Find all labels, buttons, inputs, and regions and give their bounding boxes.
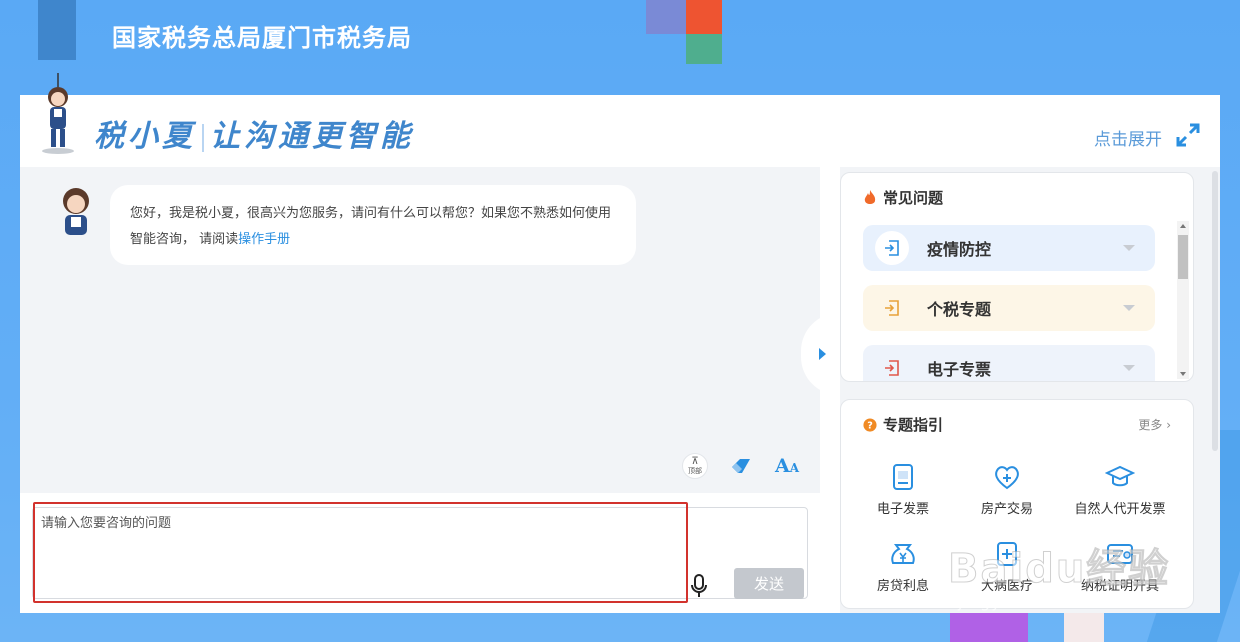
more-link[interactable]: 更多 › (1138, 416, 1171, 433)
chevron-right-icon: › (1162, 418, 1171, 432)
arrow-up-icon: ⊼ (691, 456, 699, 467)
microphone-icon[interactable] (690, 573, 708, 599)
bot-message-text: 您好，我是税小夏，很高兴为您服务，请问有什么可以帮您？如果您不熟悉如何使用智能咨… (130, 206, 612, 247)
chevron-down-icon (1123, 305, 1135, 311)
banner-decor-block (686, 0, 722, 34)
faq-item-e-invoice[interactable]: 电子专票 (863, 345, 1155, 381)
clear-button[interactable] (728, 453, 754, 479)
chevron-down-icon (1123, 365, 1135, 371)
fire-icon (864, 189, 876, 204)
faq-item-label: 电子专票 (927, 360, 992, 379)
invoice-icon (893, 464, 913, 490)
heart-plus-icon (995, 466, 1019, 490)
eraser-icon (732, 459, 750, 473)
expand-icon[interactable] (1176, 123, 1200, 147)
svg-text:?: ? (867, 420, 873, 431)
banner-decor-block (38, 0, 76, 60)
exit-icon (875, 351, 909, 381)
mascot-icon (42, 73, 74, 154)
site-title: 国家税务总局厦门市税务局 (112, 24, 412, 52)
banner-decor-block (686, 34, 722, 64)
chevron-down-icon (1123, 245, 1135, 251)
scroll-down-icon[interactable] (1180, 372, 1186, 376)
faq-item-label: 疫情防控 (927, 240, 992, 259)
banner-decor-block (646, 0, 686, 34)
slogan: 税小夏 让沟通更智能 (94, 111, 414, 155)
font-size-icon: AA (774, 455, 800, 477)
manual-link[interactable]: 操作手册 (238, 232, 290, 247)
expand-link[interactable]: 点击展开 (1094, 125, 1162, 150)
faq-title: 常见问题 (863, 187, 943, 208)
guide-item-label: 房贷利息 (876, 579, 929, 594)
guide-item-label: 房产交易 (980, 502, 1033, 517)
faq-list: 疫情防控 个税专题 电子专票 (863, 225, 1155, 381)
guide-title: ? 专题指引 (863, 414, 943, 435)
watermark-url: jingyan.baidu.com (958, 592, 1123, 611)
faq-scrollbar-thumb[interactable] (1178, 235, 1188, 279)
question-input[interactable] (41, 512, 681, 592)
guide-item-property[interactable]: 房产交易 (955, 462, 1059, 517)
chat-toolbar: ⊼ 顶部 AA (682, 453, 800, 479)
panel-header: 税小夏 让沟通更智能 点击展开 (20, 73, 1220, 167)
panel-scrollbar[interactable] (1212, 171, 1218, 451)
send-button[interactable]: 发送 (734, 568, 804, 599)
slogan-brand: 税小夏 (94, 119, 196, 154)
guide-item-label: 电子发票 (876, 502, 929, 517)
faq-item-personal-tax[interactable]: 个税专题 (863, 285, 1155, 331)
faq-card: 常见问题 疫情防控 个税专题 电子专票 (840, 172, 1194, 382)
guide-item-label: 自然人代开发票 (1074, 502, 1166, 517)
scroll-up-icon[interactable] (1180, 224, 1186, 228)
slogan-divider (202, 124, 204, 152)
graduation-cap-icon (1105, 465, 1135, 487)
bot-avatar (63, 188, 89, 235)
guide-item-e-invoice[interactable]: 电子发票 (851, 462, 955, 517)
faq-scrollbar[interactable] (1177, 221, 1189, 379)
chat-history[interactable]: 您好，我是税小夏，很高兴为您服务，请问有什么可以帮您？如果您不熟悉如何使用智能咨… (20, 167, 820, 493)
faq-title-text: 常见问题 (883, 189, 944, 207)
faq-item-label: 个税专题 (927, 300, 992, 319)
more-link-label: 更多 (1138, 418, 1163, 432)
bot-message-bubble: 您好，我是税小夏，很高兴为您服务，请问有什么可以帮您？如果您不熟悉如何使用智能咨… (110, 185, 636, 265)
banner-decor-block (950, 608, 1028, 642)
scroll-top-button[interactable]: ⊼ 顶部 (682, 453, 708, 479)
guide-item-mortgage[interactable]: 房贷利息 (851, 539, 955, 594)
yen-bag-icon (891, 544, 915, 564)
guide-item-natural-person[interactable]: 自然人代开发票 (1059, 462, 1181, 517)
banner-decor-block (1064, 608, 1104, 642)
chevron-right-icon (818, 348, 826, 360)
exit-icon (875, 291, 909, 325)
faq-item-epidemic[interactable]: 疫情防控 (863, 225, 1155, 271)
scroll-top-label: 顶部 (688, 467, 702, 475)
exit-icon (875, 231, 909, 265)
watermark-logo: Baidu经验 (947, 546, 1171, 593)
font-size-button[interactable]: AA (774, 453, 800, 479)
slogan-tagline: 让沟通更智能 (210, 119, 414, 154)
guide-title-text: 专题指引 (883, 416, 944, 434)
question-badge-icon: ? (863, 417, 877, 432)
